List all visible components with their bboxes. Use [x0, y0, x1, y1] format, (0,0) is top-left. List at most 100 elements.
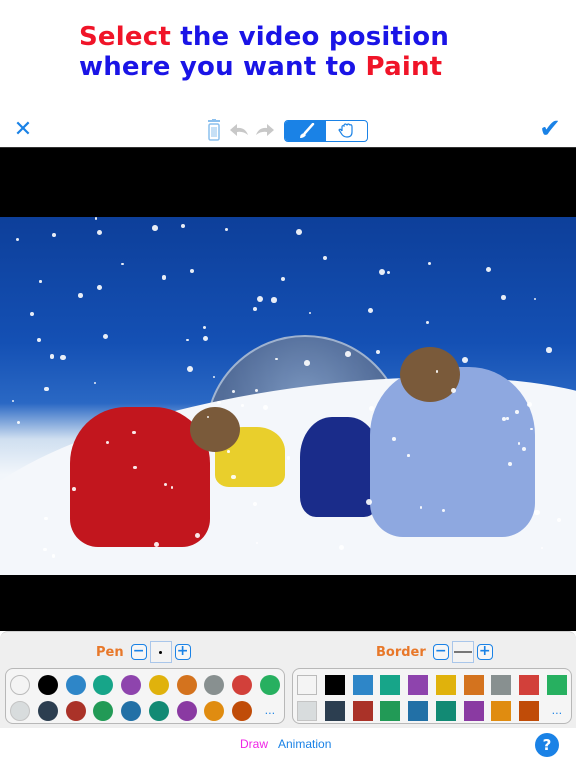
border-color-swatch[interactable] — [352, 701, 373, 721]
border-size-control: Border − + — [376, 641, 493, 663]
snowflake — [102, 334, 109, 340]
pen-color-swatch[interactable] — [10, 701, 30, 721]
pen-color-swatch[interactable] — [259, 675, 280, 695]
snowflake — [44, 516, 48, 520]
border-color-swatch[interactable] — [324, 701, 345, 721]
done-checkmark-icon[interactable]: ✔ — [538, 116, 562, 142]
video-frame-image[interactable] — [0, 217, 576, 575]
snowflake — [93, 381, 97, 385]
border-color-swatch[interactable] — [435, 701, 456, 721]
border-color-swatch[interactable] — [352, 675, 373, 695]
pen-color-swatch[interactable] — [148, 701, 169, 721]
snowflake — [419, 506, 423, 509]
snowflake — [365, 499, 372, 505]
border-more-colors-button[interactable]: ... — [547, 701, 567, 721]
snowflake — [515, 410, 519, 414]
snowflake — [309, 311, 312, 314]
pen-color-swatch[interactable] — [93, 701, 114, 721]
snowflake — [502, 416, 507, 421]
pen-color-swatch[interactable] — [176, 701, 197, 721]
hand-mode-button[interactable] — [326, 121, 367, 141]
snowflake — [338, 545, 344, 550]
pen-size-increase-button[interactable]: + — [174, 644, 191, 660]
snowflake — [323, 256, 327, 261]
snowflake — [256, 296, 263, 303]
border-label: Border — [376, 644, 426, 660]
snowflake — [36, 337, 41, 342]
border-color-swatch[interactable] — [491, 675, 512, 695]
snowflake — [186, 338, 189, 341]
undo-icon[interactable] — [228, 122, 250, 138]
pen-color-swatch[interactable] — [232, 701, 253, 721]
headline-text: where you want to — [79, 52, 366, 82]
pen-color-swatch[interactable] — [65, 701, 86, 721]
help-button[interactable]: ? — [535, 733, 559, 757]
border-color-swatch[interactable] — [408, 701, 429, 721]
close-icon[interactable]: ✕ — [12, 118, 34, 142]
trash-icon[interactable] — [206, 119, 222, 141]
snowflake — [427, 261, 431, 265]
snowflake — [392, 436, 396, 441]
border-color-swatch[interactable] — [380, 675, 401, 695]
snowflake — [368, 405, 374, 411]
snowflake — [194, 533, 200, 539]
snowflake — [557, 518, 561, 523]
border-color-swatch[interactable] — [463, 701, 484, 721]
video-canvas[interactable] — [0, 147, 576, 631]
border-size-increase-button[interactable]: + — [476, 644, 493, 660]
pen-color-swatch[interactable] — [204, 675, 225, 695]
pen-color-swatch[interactable] — [65, 675, 86, 695]
pen-color-swatch[interactable] — [148, 675, 169, 695]
snowflake — [368, 308, 374, 313]
snowflake — [16, 421, 21, 425]
border-color-swatch[interactable] — [491, 701, 512, 721]
snowflake — [212, 375, 215, 378]
snowflake — [379, 269, 386, 276]
brush-icon — [299, 123, 314, 138]
snowflake — [530, 427, 533, 431]
hand-icon — [337, 123, 353, 138]
pen-color-swatch[interactable] — [232, 675, 253, 695]
pen-more-colors-button[interactable]: ... — [260, 701, 280, 721]
pen-color-swatch[interactable] — [37, 675, 58, 695]
snowflake — [426, 320, 430, 324]
pen-color-swatch[interactable] — [37, 701, 58, 721]
border-size-preview[interactable] — [451, 641, 474, 663]
border-color-row — [297, 673, 567, 697]
snowflake — [517, 442, 521, 445]
snowflake — [262, 405, 268, 411]
border-color-swatch[interactable] — [297, 675, 317, 695]
border-color-swatch[interactable] — [463, 675, 484, 695]
border-size-decrease-button[interactable]: − — [432, 644, 449, 660]
border-color-swatch[interactable] — [324, 675, 345, 695]
pen-color-swatch[interactable] — [93, 675, 114, 695]
snowflake — [51, 233, 56, 237]
border-color-swatch[interactable] — [380, 701, 401, 721]
snowflake — [78, 293, 83, 298]
snowflake — [181, 224, 186, 229]
headline-text: the video position — [170, 22, 450, 52]
pen-size-preview[interactable] — [149, 641, 172, 663]
tab-animation[interactable]: Animation — [278, 737, 331, 751]
border-color-palette: ... — [292, 668, 572, 724]
pen-color-swatch[interactable] — [10, 675, 30, 695]
redo-icon[interactable] — [254, 122, 276, 138]
border-color-swatch[interactable] — [408, 675, 429, 695]
snowflake — [407, 454, 410, 457]
pen-color-swatch[interactable] — [176, 675, 197, 695]
snowflake — [51, 553, 56, 558]
border-color-swatch[interactable] — [546, 675, 567, 695]
pen-color-swatch[interactable] — [121, 701, 142, 721]
border-color-swatch[interactable] — [435, 675, 456, 695]
pen-color-swatch[interactable] — [204, 701, 225, 721]
border-color-swatch[interactable] — [519, 701, 540, 721]
snowflake — [533, 509, 540, 516]
pen-size-decrease-button[interactable]: − — [130, 644, 147, 660]
border-color-swatch[interactable] — [297, 701, 317, 721]
tab-draw[interactable]: Draw — [240, 737, 268, 751]
border-color-swatch[interactable] — [519, 675, 540, 695]
brush-mode-button[interactable] — [285, 121, 326, 141]
pen-color-swatch[interactable] — [121, 675, 142, 695]
snowflake — [304, 360, 310, 366]
pen-label: Pen — [96, 644, 124, 660]
